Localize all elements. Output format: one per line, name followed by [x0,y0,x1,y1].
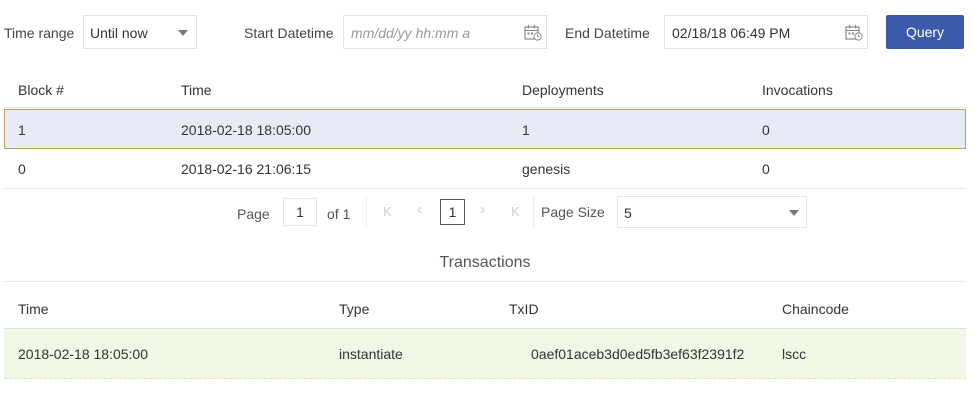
time-range-value: Until now [90,25,148,41]
last-page-icon[interactable]: K [511,204,520,219]
tx-time: 2018-02-18 18:05:00 [18,346,148,362]
end-datetime-value: 02/18/18 06:49 PM [672,25,791,41]
row-divider [4,188,966,189]
column-header-type[interactable]: Type [339,301,369,317]
end-datetime-input[interactable]: 02/18/18 06:49 PM [664,15,868,49]
header-divider [4,107,966,108]
block-time: 2018-02-18 18:05:00 [181,122,311,138]
first-page-icon[interactable]: K [383,204,392,219]
block-deployments: genesis [522,161,571,177]
calendar-icon[interactable] [845,24,863,41]
chevron-down-icon [789,210,799,216]
column-header-chaincode[interactable]: Chaincode [782,301,849,317]
end-datetime-label: End Datetime [565,25,650,41]
page-jump-input[interactable]: 1 [283,198,317,226]
table-top-border [4,281,966,282]
page-size-select[interactable]: 5 [617,196,807,228]
pagination-divider [533,196,534,228]
prev-page-icon[interactable]: ‹ [417,201,422,219]
table-row[interactable] [4,329,966,379]
table-row[interactable] [4,149,966,188]
start-datetime-input[interactable]: mm/dd/yy hh:mm a [343,15,547,49]
block-invocations: 0 [762,161,770,177]
query-button[interactable]: Query [886,15,964,49]
column-header-invocations[interactable]: Invocations [762,82,833,98]
table-row[interactable] [4,109,966,149]
tx-chaincode: lscc [782,346,807,362]
column-header-deployments[interactable]: Deployments [522,82,604,98]
transactions-title: Transactions [439,254,531,271]
start-datetime-label: Start Datetime [244,25,334,41]
column-header-txid[interactable]: TxID [509,301,539,317]
page-total: of 1 [327,206,351,222]
block-time: 2018-02-16 21:06:15 [181,161,311,177]
time-range-select[interactable]: Until now [83,15,197,49]
current-page-button[interactable]: 1 [440,199,465,225]
tx-id[interactable]: 0aef01aceb3d0ed5fb3ef63f2391f2 [531,346,747,362]
column-header-block[interactable]: Block # [18,82,64,98]
page-size-value: 5 [624,205,632,221]
chevron-down-icon [178,30,188,36]
block-deployments: 1 [522,122,530,138]
start-datetime-placeholder: mm/dd/yy hh:mm a [351,25,471,41]
block-invocations: 0 [762,122,770,138]
block-number: 0 [18,161,26,177]
next-page-icon[interactable]: › [480,201,485,219]
page-size-label: Page Size [541,204,605,220]
column-header-time[interactable]: Time [181,82,212,98]
page-label: Page [237,206,270,222]
calendar-icon[interactable] [524,24,542,41]
tx-type: instantiate [339,346,403,362]
column-header-time[interactable]: Time [18,301,49,317]
pagination-divider [366,196,367,228]
block-number: 1 [18,122,26,138]
time-range-label: Time range [4,25,75,41]
